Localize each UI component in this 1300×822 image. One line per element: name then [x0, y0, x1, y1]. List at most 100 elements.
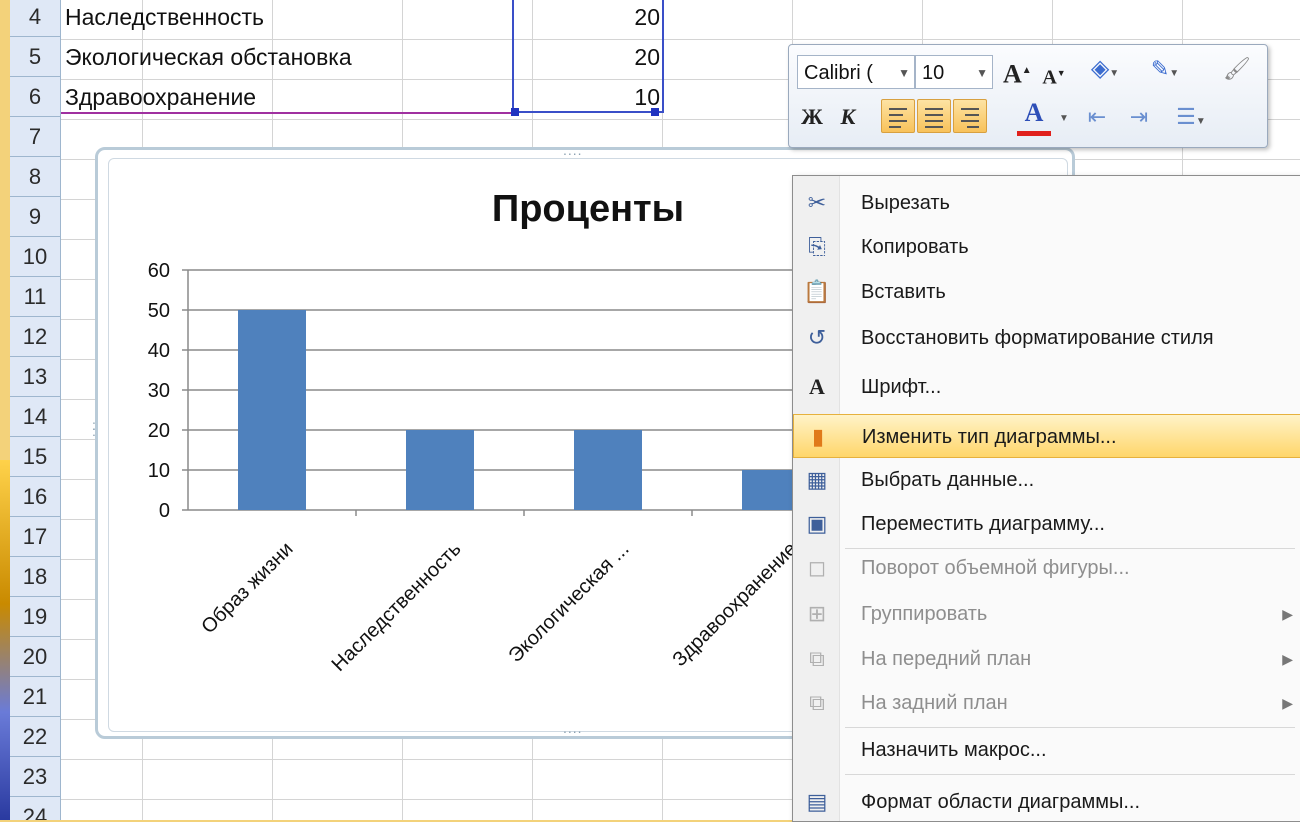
row-number-18[interactable]: 18	[10, 557, 60, 597]
menu-item-label: Назначить макрос...	[861, 739, 1047, 761]
range-handle[interactable]	[511, 108, 519, 116]
row-number-22[interactable]: 22	[10, 717, 60, 757]
menu-item-label: Вырезать	[861, 192, 950, 214]
font-icon: A	[809, 374, 825, 399]
menu-item-14[interactable]: ▤ Формат области диаграммы...	[793, 780, 1300, 821]
font-name-combo[interactable]: Calibri ( ▼	[797, 55, 915, 89]
row-header: 4 5 6 7 8 9 10 11 12 13 14 15 16 17 18 19 20 21 22 23 24	[10, 0, 61, 820]
menu-item-label: Изменить тип диаграммы...	[862, 426, 1117, 448]
menu-item-label: На передний план	[861, 648, 1032, 670]
format-painter-icon[interactable]: 🖌	[1219, 53, 1255, 85]
fill-color-icon[interactable]: ◈▼	[1085, 53, 1125, 85]
row-number-4[interactable]: 4	[10, 0, 60, 37]
row-number-19[interactable]: 19	[10, 597, 60, 637]
menu-item-3[interactable]: 📋 Вставить	[793, 270, 1300, 314]
row-number-7[interactable]: 7	[10, 117, 60, 157]
row-number-16[interactable]: 16	[10, 477, 60, 517]
bold-button[interactable]: Ж	[799, 101, 825, 133]
row-number-11[interactable]: 11	[10, 277, 60, 317]
paste-icon: 📋	[803, 279, 831, 304]
menu-item-13[interactable]: Назначить макрос...	[793, 728, 1300, 772]
send-back-icon: ⧉	[809, 690, 825, 715]
menu-item-10: ⊞ Группировать ▶	[793, 592, 1300, 636]
font-color-button[interactable]: A	[1017, 99, 1051, 136]
decrease-indent-icon[interactable]: ⇤	[1081, 101, 1113, 133]
row-number-17[interactable]: 17	[10, 517, 60, 557]
grow-font-icon[interactable]: A▲	[1003, 55, 1032, 89]
font-name-value: Calibri (	[804, 62, 873, 84]
row-number-9[interactable]: 9	[10, 197, 60, 237]
resize-handle-left[interactable]: ::	[92, 418, 96, 438]
rotate-3d-icon: ◻	[807, 555, 827, 580]
chevron-down-icon[interactable]: ▼	[1057, 103, 1071, 135]
row-number-23[interactable]: 23	[10, 757, 60, 797]
context-menu: ✂ Вырезать ⎘ Копировать 📋 Вставить ↺ Восстанови…	[792, 175, 1300, 822]
y-tick-label: 50	[148, 300, 170, 322]
mini-format-toolbar: Calibri ( ▼ 10 ▼ A▲ A▼ ◈▼ ✎▼ 🖌 Ж К A ▼ ⇤…	[788, 44, 1268, 148]
menu-item-label: Формат области диаграммы...	[861, 791, 1141, 813]
row-number-21[interactable]: 21	[10, 677, 60, 717]
menu-item-5[interactable]: A Шрифт...	[793, 365, 1300, 409]
submenu-arrow-icon: ▶	[1282, 606, 1293, 622]
outline-color-icon[interactable]: ✎▼	[1143, 53, 1187, 85]
x-tick-label: Наследственность	[328, 538, 466, 676]
row-number-24[interactable]: 24	[10, 797, 60, 820]
y-tick-label: 0	[159, 500, 170, 522]
menu-item-label: Шрифт...	[861, 376, 942, 398]
y-tick-label: 20	[148, 420, 170, 442]
data-range-highlight	[512, 0, 664, 113]
menu-item-label: Копировать	[861, 236, 969, 258]
menu-item-2[interactable]: ⎘ Копировать	[793, 225, 1300, 269]
bullets-icon[interactable]: ☰▼	[1167, 101, 1215, 133]
submenu-arrow-icon: ▶	[1282, 651, 1293, 667]
row-number-5[interactable]: 5	[10, 37, 60, 77]
category-range-highlight	[61, 112, 513, 114]
row-number-14[interactable]: 14	[10, 397, 60, 437]
reset-style-icon: ↺	[807, 325, 827, 350]
align-left-button[interactable]	[881, 99, 915, 133]
row-number-13[interactable]: 13	[10, 357, 60, 397]
menu-item-label: Группировать	[861, 603, 988, 625]
y-tick-label: 30	[148, 380, 170, 402]
menu-item-label: Выбрать данные...	[861, 469, 1035, 491]
bring-front-icon: ⧉	[809, 646, 825, 671]
font-size-combo[interactable]: 10 ▼	[915, 55, 993, 89]
x-tick-label: Здравоохранение	[668, 538, 801, 671]
range-handle[interactable]	[651, 108, 659, 116]
bar	[406, 430, 474, 510]
row-number-20[interactable]: 20	[10, 637, 60, 677]
bar	[238, 310, 306, 510]
row-number-10[interactable]: 10	[10, 237, 60, 277]
increase-indent-icon[interactable]: ⇥	[1123, 101, 1155, 133]
align-center-button[interactable]	[917, 99, 951, 133]
menu-item-8[interactable]: ▣ Переместить диаграмму...	[793, 502, 1300, 546]
menu-item-6[interactable]: ▮ Изменить тип диаграммы...	[793, 414, 1300, 458]
row-number-12[interactable]: 12	[10, 317, 60, 357]
x-tick-label: Экологическая ...	[505, 538, 634, 667]
copy-icon: ⎘	[808, 234, 826, 259]
cell-label-row-5[interactable]: Экологическая обстановка	[65, 37, 352, 77]
menu-item-label: Восстановить форматирование стиля	[861, 327, 1214, 349]
row-number-8[interactable]: 8	[10, 157, 60, 197]
menu-separator	[845, 774, 1295, 775]
italic-button[interactable]: К	[835, 101, 861, 133]
align-right-button[interactable]	[953, 99, 987, 133]
format-area-icon: ▤	[806, 789, 828, 814]
row-number-6[interactable]: 6	[10, 77, 60, 117]
select-data-icon: ▦	[806, 467, 828, 492]
menu-item-4[interactable]: ↺ Восстановить форматирование стиля	[793, 316, 1300, 360]
row-number-15[interactable]: 15	[10, 437, 60, 477]
group-icon: ⊞	[807, 601, 827, 626]
shrink-font-icon[interactable]: A▼	[1041, 57, 1067, 89]
cell-label-row-4[interactable]: Наследственность	[65, 0, 264, 37]
menu-item-label: Поворот объемной фигуры...	[861, 557, 1130, 579]
menu-item-9: ◻ Поворот объемной фигуры...	[793, 546, 1300, 590]
y-tick-label: 40	[148, 340, 170, 362]
menu-item-1[interactable]: ✂ Вырезать	[793, 181, 1300, 225]
menu-item-7[interactable]: ▦ Выбрать данные...	[793, 458, 1300, 502]
submenu-arrow-icon: ▶	[1282, 695, 1293, 711]
chevron-down-icon: ▼	[898, 66, 910, 80]
cell-label-row-6[interactable]: Здравоохранение	[65, 77, 256, 117]
chevron-down-icon: ▼	[976, 66, 988, 80]
x-tick-label: Образ жизни	[197, 538, 297, 638]
